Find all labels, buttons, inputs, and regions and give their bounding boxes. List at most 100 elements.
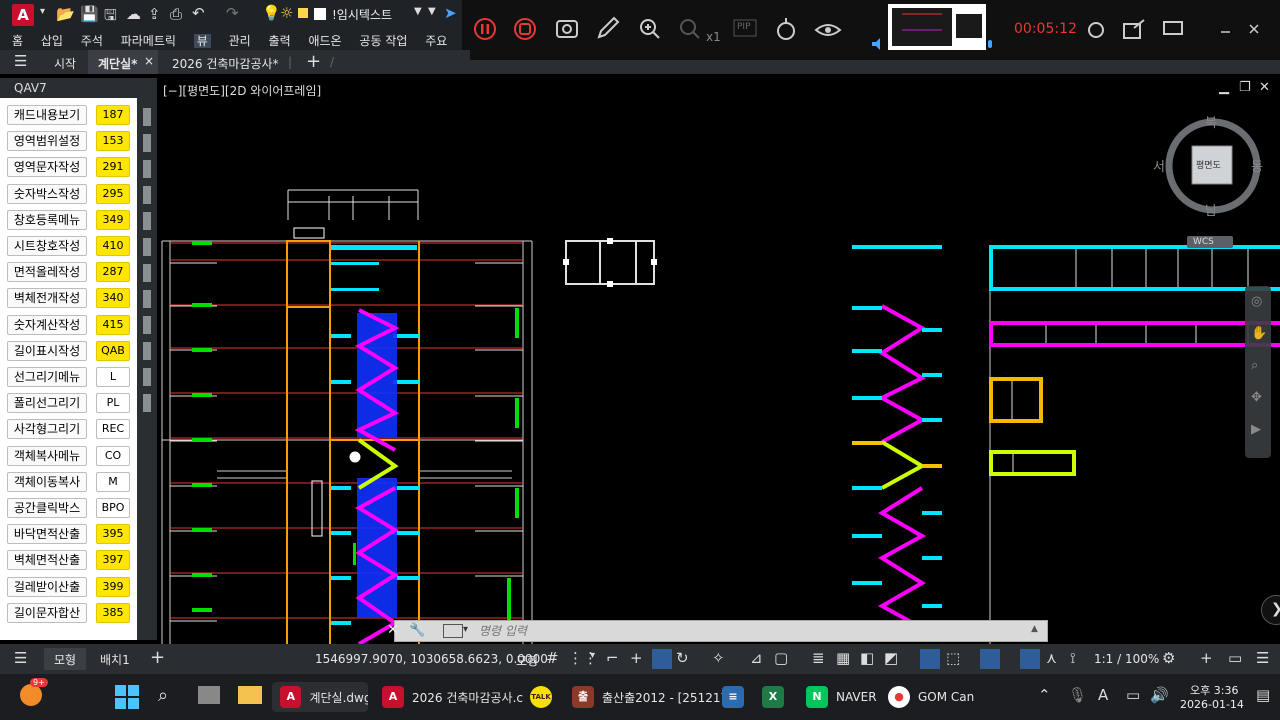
speaker-icon[interactable] <box>872 38 880 50</box>
lightbulb-icon[interactable]: 💡 <box>262 4 281 22</box>
gizmo-icon[interactable] <box>980 649 1000 669</box>
tab-manage[interactable]: 관리 <box>229 34 251 48</box>
selected-rectangle[interactable] <box>563 238 657 287</box>
tab-collaborate[interactable]: 공동 작업 <box>359 34 407 48</box>
command-button[interactable]: 영역범위설정 <box>7 131 87 152</box>
zoom-in-icon[interactable] <box>640 19 660 39</box>
command-button[interactable]: 공간클릭박스 <box>7 498 87 518</box>
volume-icon[interactable]: 🔊 <box>1150 686 1169 704</box>
chevron-up-icon[interactable]: ▲ <box>1031 624 1038 634</box>
pause-icon[interactable] <box>474 18 496 40</box>
command-shortcut[interactable]: CO <box>96 445 130 466</box>
compass-north[interactable]: 북 <box>1205 112 1217 131</box>
tab-insert[interactable]: 삽입 <box>41 34 63 48</box>
tab-output[interactable]: 출력 <box>269 34 291 48</box>
tab-parametric[interactable]: 파라메트릭 <box>121 34 176 48</box>
compass-west[interactable]: 서 <box>1153 156 1165 175</box>
command-shortcut[interactable]: 399 <box>96 576 130 597</box>
viewcube-face[interactable]: 평면도 <box>1196 158 1221 171</box>
taskbar-app-kakaotalk[interactable]: TALK <box>530 682 560 712</box>
infer-icon[interactable]: ⌐ <box>606 649 619 667</box>
viewport-scale[interactable]: 1:1 / 100% <box>1094 652 1159 666</box>
command-shortcut[interactable]: REC <box>96 419 130 440</box>
command-shortcut[interactable]: 295 <box>96 183 130 204</box>
eye-effect-icon[interactable] <box>814 24 842 36</box>
command-shortcut[interactable]: 287 <box>96 262 130 283</box>
hamburger-icon[interactable]: ☰ <box>14 52 27 70</box>
alarm-icon[interactable] <box>1088 22 1104 38</box>
command-shortcut[interactable]: 410 <box>96 236 130 256</box>
tab-addons[interactable]: 애드온 <box>308 34 341 48</box>
add-icon[interactable]: + <box>1200 649 1213 667</box>
chevron-down-icon[interactable]: ▾ <box>590 650 595 661</box>
drawing-canvas[interactable]: [−][평면도][2D 와이어프레임] ▁ ❐ ✕ 북 남 동 서 평면도 WC… <box>157 78 1280 644</box>
sun-icon[interactable]: ☼ <box>280 4 293 22</box>
command-button[interactable]: 길이문자합산 <box>7 602 87 623</box>
command-shortcut[interactable]: 385 <box>96 602 130 623</box>
new-layout-icon[interactable]: + <box>150 647 165 668</box>
command-shortcut[interactable]: 349 <box>96 209 130 230</box>
isolate-icon[interactable]: ▭ <box>1228 649 1242 667</box>
tab-featured[interactable]: 주요 <box>425 34 447 48</box>
close-tab-icon[interactable]: × <box>144 54 154 68</box>
viewcube[interactable]: 북 남 동 서 평면도 <box>1153 116 1263 219</box>
taskbar-app-gomcam[interactable]: ● GOM Can <box>888 682 974 712</box>
command-button[interactable]: 사각형그리기 <box>7 419 87 440</box>
command-shortcut[interactable]: PL <box>96 393 130 414</box>
microphone-icon[interactable]: 🎙 <box>1068 686 1087 704</box>
layer-name[interactable]: !임시텍스트 <box>332 6 392 23</box>
close-icon[interactable] <box>1249 24 1259 34</box>
command-shortcut[interactable]: 415 <box>96 314 130 335</box>
tab-layout1[interactable]: 배치1 <box>100 651 130 668</box>
clock-date[interactable]: 2026-01-14 <box>1180 698 1244 711</box>
command-shortcut[interactable]: 397 <box>96 550 130 571</box>
pan-icon[interactable]: ✋ <box>1251 326 1267 341</box>
export-icon[interactable] <box>1123 19 1145 39</box>
notification-center-icon[interactable]: ▤ <box>1256 686 1270 704</box>
windows-start-icon[interactable] <box>115 685 139 709</box>
command-shortcut[interactable]: 395 <box>96 524 130 545</box>
cloud-icon[interactable]: ☁ <box>126 5 141 23</box>
tab-start[interactable]: 시작 <box>54 55 76 72</box>
steering-wheel-icon[interactable]: ◎ <box>1251 294 1262 309</box>
command-shortcut[interactable]: 153 <box>96 131 130 152</box>
redo-icon[interactable]: ↷ <box>226 4 239 22</box>
3d-osnap-icon[interactable]: ◩ <box>884 649 898 667</box>
send-icon[interactable]: ➤ <box>444 4 457 22</box>
object-snap-icon[interactable]: ⊿ <box>750 649 763 667</box>
file-explorer-icon[interactable] <box>238 686 262 704</box>
tab-home[interactable]: 홈 <box>12 34 23 48</box>
osnap-tracking-icon[interactable]: ▢ <box>774 649 788 667</box>
selection-cycling-icon[interactable]: ◧ <box>860 649 874 667</box>
customize-icon[interactable]: ☰ <box>1256 649 1269 667</box>
command-button[interactable]: 면적올레작성 <box>7 262 87 283</box>
polar-icon[interactable]: ↻ <box>676 649 689 667</box>
command-shortcut[interactable]: L <box>96 367 130 387</box>
command-button[interactable]: 선그리기메뉴 <box>7 367 87 387</box>
compass-south[interactable]: 남 <box>1205 200 1217 219</box>
tab-view[interactable]: 뷰 <box>193 34 211 48</box>
camera-icon[interactable] <box>556 20 578 38</box>
cursor-coordinates[interactable]: 1546997.9070, 1030658.6623, 0.0000 <box>315 652 548 666</box>
command-button[interactable]: 길이표시작성 <box>7 340 87 361</box>
orbit-icon[interactable]: ✥ <box>1251 390 1262 405</box>
model-space-toggle[interactable]: 모형 <box>516 652 538 669</box>
cad-drawing[interactable] <box>157 78 1280 644</box>
command-button[interactable]: 창호등록메뉴 <box>7 209 87 230</box>
hamburger-icon[interactable]: ☰ <box>14 649 27 667</box>
dynamic-input-icon[interactable]: + <box>630 649 643 667</box>
command-button[interactable]: 객체이동복사 <box>7 471 87 492</box>
command-button[interactable]: 걸레받이산출 <box>7 576 87 597</box>
taskbar-app-calc[interactable]: 출 출산출2012 - [251217 <box>572 682 728 712</box>
annotation-scale-icon[interactable]: ⟟ <box>1070 649 1076 667</box>
tab-other-doc[interactable]: 2026 건축마감공사* <box>172 55 279 72</box>
gear-icon[interactable]: ⚙ <box>1162 649 1175 667</box>
command-button[interactable]: 바닥면적산출 <box>7 524 87 545</box>
command-button[interactable]: 숫자박스작성 <box>7 183 87 204</box>
auto-scale-icon[interactable]: ⋏ <box>1046 649 1057 667</box>
pencil-icon[interactable] <box>597 16 620 39</box>
wcs-menu[interactable]: WCS <box>1187 236 1233 248</box>
chevron-up-icon[interactable]: ⌃ <box>1038 686 1051 704</box>
command-shortcut[interactable]: BPO <box>96 498 130 518</box>
zoom-extents-icon[interactable]: ⌕ <box>1251 358 1258 373</box>
